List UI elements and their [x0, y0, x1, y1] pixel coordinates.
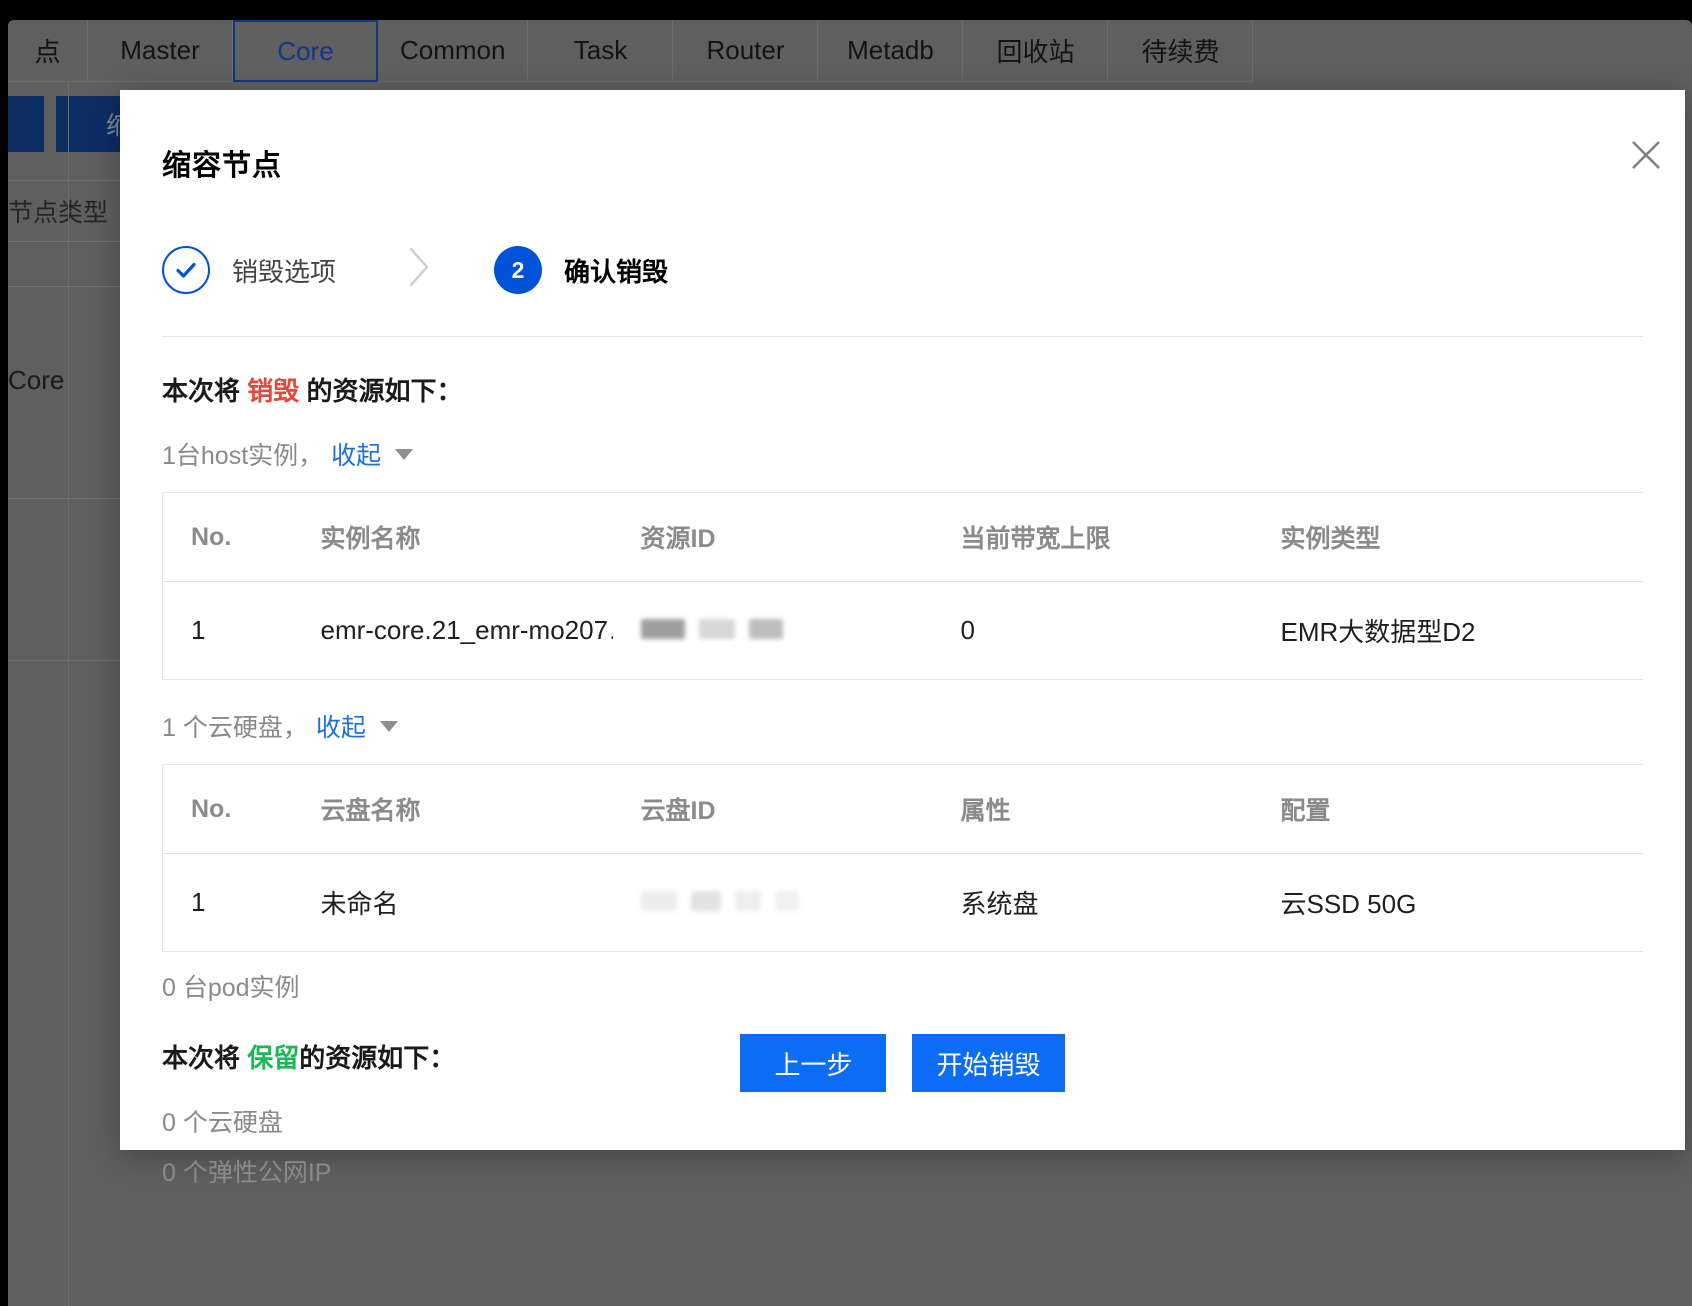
host-count-text: 1台host实例，	[162, 442, 324, 470]
dialog-title: 缩容节点	[162, 150, 283, 182]
step-1-check-icon	[162, 246, 210, 294]
table-header-row: No. 云盘名称 云盘ID 属性 配置	[162, 764, 1643, 854]
step-chevron-right-icon	[406, 244, 432, 297]
col-header-disk-name: 云盘名称	[292, 764, 613, 854]
destroy-heading-accent: 销毁	[247, 376, 300, 406]
step-destroy-options[interactable]: 销毁选项	[162, 246, 336, 294]
cell-resource-id	[612, 581, 933, 680]
chevron-down-icon[interactable]	[379, 720, 398, 732]
cell-disk-id	[612, 853, 933, 952]
col-header-instance-name: 实例名称	[292, 492, 613, 582]
step-2-number: 2	[494, 246, 543, 294]
col-header-resource-id: 资源ID	[612, 492, 933, 582]
cell-config: 云SSD 50G	[1252, 853, 1643, 952]
col-header-disk-id: 云盘ID	[612, 764, 933, 854]
col-header-attribute: 属性	[932, 764, 1253, 854]
page-root: 点 Master Core Common Task Router Metadb …	[0, 0, 1692, 1306]
scale-in-node-dialog: 缩容节点 销毁选项 2 确认销毁 本次将 销毁 的资源如下： 1台host实例，…	[120, 90, 1685, 1187]
step-1-label: 销毁选项	[232, 256, 337, 287]
cell-attribute: 系统盘	[932, 853, 1253, 952]
close-icon[interactable]	[1629, 138, 1663, 172]
pod-instance-line: 0 台pod实例	[162, 974, 300, 1002]
step-indicator: 销毁选项 2 确认销毁	[162, 242, 1643, 298]
host-instance-table: No. 实例名称 资源ID 当前带宽上限 实例类型 1 emr-core.21_…	[162, 492, 1643, 680]
destroy-section-heading: 本次将 销毁 的资源如下：	[162, 371, 1643, 408]
redacted-resource-id	[640, 619, 783, 639]
disk-group-toggle-link[interactable]: 收起	[316, 708, 366, 744]
host-group-count-line: 1台host实例， 收起	[162, 436, 1643, 472]
col-header-bandwidth: 当前带宽上限	[932, 492, 1253, 582]
col-header-no: No.	[162, 492, 293, 582]
keep-line-cloud-disk: 0 个云硬盘	[162, 1109, 283, 1137]
cell-disk-name: 未命名	[292, 853, 613, 952]
header-divider	[162, 336, 1643, 337]
previous-step-button[interactable]: 上一步	[740, 1034, 887, 1092]
col-header-no: No.	[162, 764, 293, 854]
table-row: 1 emr-core.21_emr-mo207… 0 EMR大数据型D2	[162, 581, 1643, 680]
cell-no: 1	[162, 853, 293, 952]
step-2-label: 确认销毁	[564, 256, 669, 287]
destroy-heading-suffix: 的资源如下：	[299, 376, 463, 406]
redacted-disk-id	[640, 891, 799, 911]
cell-instance-name: emr-core.21_emr-mo207…	[292, 581, 613, 680]
start-destroy-button[interactable]: 开始销毁	[912, 1034, 1065, 1092]
cell-no: 1	[162, 581, 293, 680]
disk-group-count-line: 1 个云硬盘， 收起	[162, 708, 1643, 744]
destroy-heading-prefix: 本次将	[162, 376, 248, 406]
table-header-row: No. 实例名称 资源ID 当前带宽上限 实例类型	[162, 492, 1643, 582]
chevron-down-icon[interactable]	[395, 448, 414, 460]
host-group-toggle-link[interactable]: 收起	[331, 436, 381, 472]
col-header-config: 配置	[1252, 764, 1643, 854]
cell-bandwidth: 0	[932, 581, 1253, 680]
dialog-footer: 上一步 开始销毁	[120, 1034, 1685, 1092]
disk-count-text: 1 个云硬盘，	[162, 714, 308, 742]
col-header-instance-type: 实例类型	[1252, 492, 1643, 582]
cloud-disk-table: No. 云盘名称 云盘ID 属性 配置 1 未命名 系统盘 云SSD 50G	[162, 764, 1643, 952]
cell-instance-type: EMR大数据型D2	[1252, 581, 1643, 680]
table-row: 1 未命名 系统盘 云SSD 50G	[162, 853, 1643, 952]
keep-line-eip: 0 个弹性公网IP	[162, 1159, 332, 1187]
step-confirm-destroy[interactable]: 2 确认销毁	[494, 246, 668, 294]
